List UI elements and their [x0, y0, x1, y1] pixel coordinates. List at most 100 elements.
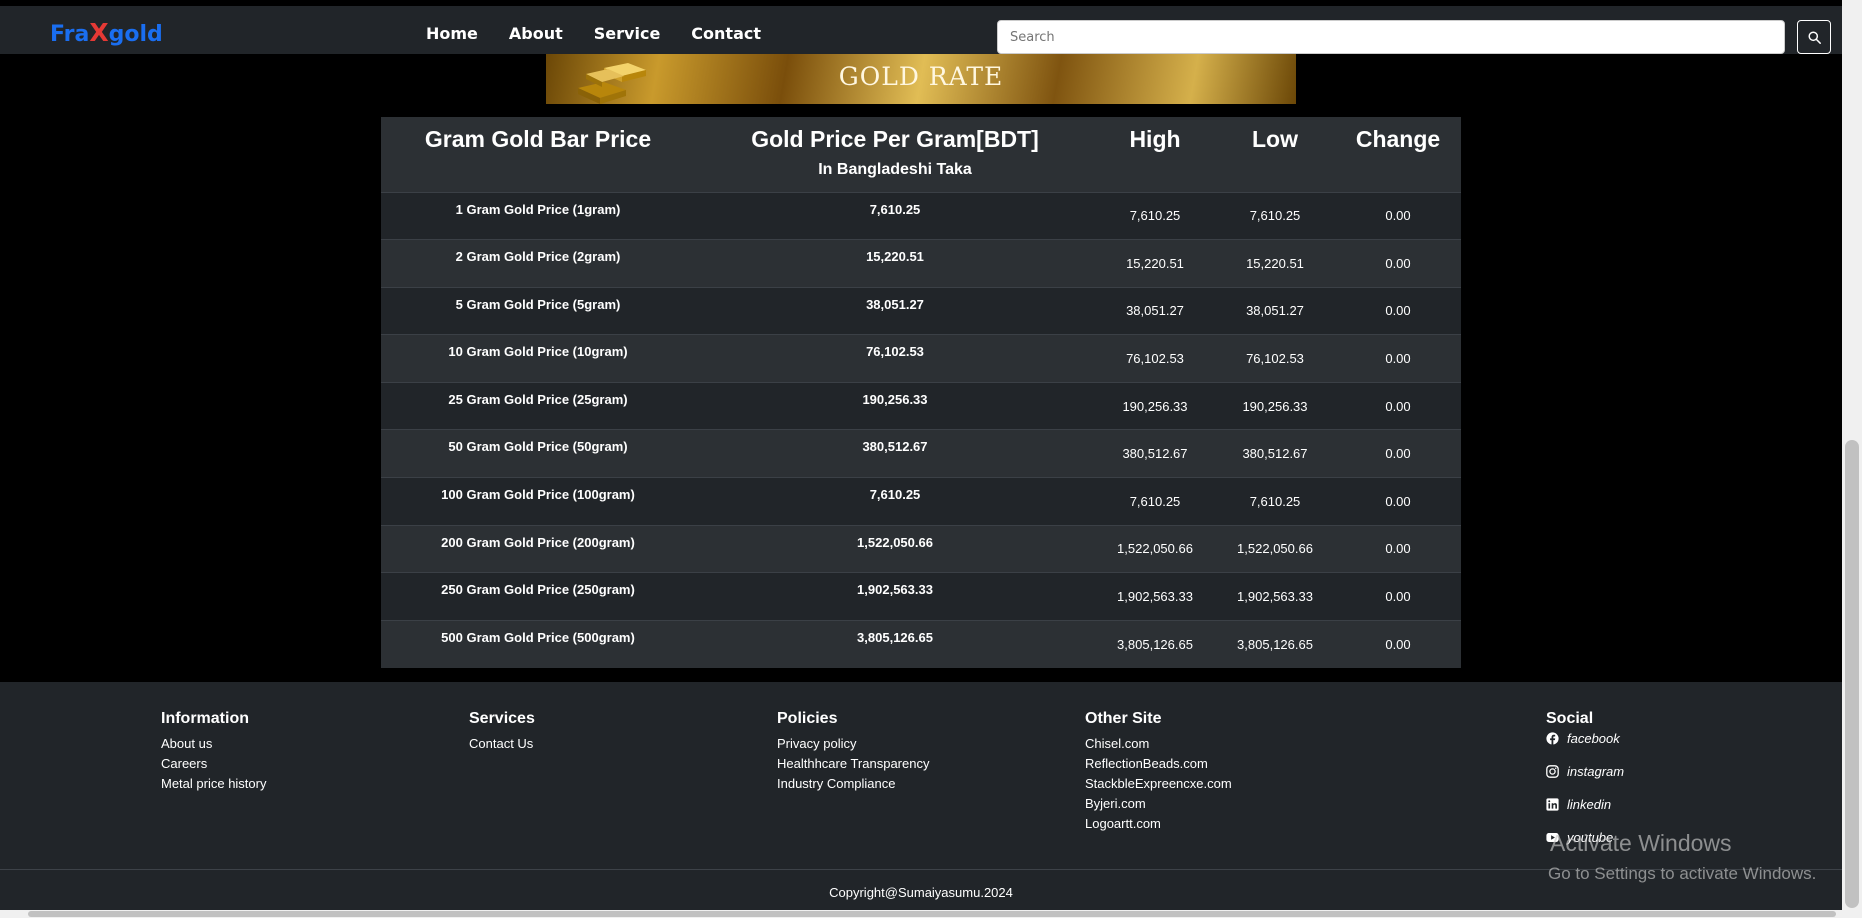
- navbar: FraXgold Home About Service Contact: [0, 6, 1842, 54]
- footer-link-privacy-policy[interactable]: Privacy policy: [777, 734, 929, 754]
- nav-home-link[interactable]: Home: [426, 24, 478, 43]
- cell-gram-name: 2 Gram Gold Price (2gram): [455, 249, 621, 265]
- footer-link-careers[interactable]: Careers: [161, 754, 266, 774]
- instagram-icon: [1546, 765, 1559, 778]
- cell-price: 38,051.27: [866, 296, 924, 312]
- windows-activation-subtitle: Go to Settings to activate Windows.: [1548, 864, 1817, 883]
- cell-change: 0.00: [1385, 255, 1411, 271]
- search-icon: [1807, 30, 1821, 44]
- footer-link-healthcare-transparency[interactable]: Healthhcare Transparency: [777, 754, 929, 774]
- cell-change: 0.00: [1385, 351, 1411, 367]
- header-low: Low: [1252, 126, 1298, 152]
- footer-link-metal-price-history[interactable]: Metal price history: [161, 774, 266, 794]
- header-price-per-gram: Gold Price Per Gram[BDT] In Bangladeshi …: [695, 117, 1095, 192]
- table-row: 500 Gram Gold Price (500gram) 3,805,126.6…: [381, 620, 1461, 668]
- cell-price: 3,805,126.65: [857, 629, 933, 645]
- footer-services: Services Contact Us: [469, 710, 535, 754]
- footer-link-industry-compliance[interactable]: Industry Compliance: [777, 774, 929, 794]
- brand-x: X: [89, 18, 109, 47]
- cell-high: 7,610.25: [1129, 493, 1181, 509]
- footer-link-stackbleexpreencxe[interactable]: StackbleExpreencxe.com: [1085, 774, 1232, 794]
- table-row: 2 Gram Gold Price (2gram) 15,220.51 15,220…: [381, 239, 1461, 288]
- cell-low: 1,522,050.66: [1237, 541, 1313, 557]
- table-row: 1 Gram Gold Price (1gram) 7,610.25 7,610.2…: [381, 192, 1461, 240]
- footer-policies-title: Policies: [777, 710, 838, 727]
- cell-change: 0.00: [1385, 446, 1411, 462]
- cell-low: 38,051.27: [1246, 303, 1304, 319]
- footer-link-logoartt[interactable]: Logoartt.com: [1085, 814, 1232, 834]
- cell-high: 1,522,050.66: [1117, 541, 1193, 557]
- horizontal-scrollbar[interactable]: [0, 910, 1842, 918]
- social-linkedin-label: linkedin: [1567, 797, 1612, 812]
- cell-gram-name: 250 Gram Gold Price (250gram): [441, 582, 635, 598]
- cell-price: 1,522,050.66: [857, 534, 933, 550]
- footer-policies: Policies Privacy policy Healthhcare Tran…: [777, 710, 929, 794]
- cell-price: 7,610.25: [869, 201, 921, 217]
- header-change: Change: [1355, 126, 1441, 152]
- footer-link-reflectionbeads[interactable]: ReflectionBeads.com: [1085, 754, 1232, 774]
- footer-link-chisel[interactable]: Chisel.com: [1085, 734, 1232, 754]
- footer-link-contact-us[interactable]: Contact Us: [469, 734, 535, 754]
- table-row: 50 Gram Gold Price (50gram) 380,512.67 380…: [381, 429, 1461, 478]
- cell-low: 380,512.67: [1242, 446, 1308, 462]
- cell-gram-name: 10 Gram Gold Price (10gram): [448, 344, 628, 360]
- table-body: 1 Gram Gold Price (1gram) 7,610.25 7,610.2…: [381, 192, 1461, 668]
- cell-gram-name: 25 Gram Gold Price (25gram): [448, 391, 628, 407]
- cell-high: 3,805,126.65: [1117, 636, 1193, 652]
- cell-price: 15,220.51: [866, 249, 924, 265]
- social-instagram[interactable]: instagram: [1546, 755, 1624, 788]
- cell-gram-name: 1 Gram Gold Price (1gram): [455, 201, 621, 217]
- table-row: 25 Gram Gold Price (25gram) 190,256.33 190…: [381, 382, 1461, 430]
- gold-rate-banner: GOLD RATE: [546, 54, 1296, 104]
- brand-suffix: gold: [108, 22, 163, 47]
- social-linkedin[interactable]: linkedin: [1546, 788, 1624, 821]
- cell-high: 190,256.33: [1122, 398, 1188, 414]
- header-gram-bar: Gram Gold Bar Price: [424, 126, 652, 152]
- nav-contact-link[interactable]: Contact: [691, 24, 761, 43]
- nav-service-link[interactable]: Service: [594, 24, 661, 43]
- cell-price: 76,102.53: [866, 344, 924, 360]
- cell-change: 0.00: [1385, 589, 1411, 605]
- cell-gram-name: 200 Gram Gold Price (200gram): [441, 534, 635, 550]
- vertical-scrollbar[interactable]: [1842, 0, 1862, 918]
- cell-change: 0.00: [1385, 208, 1411, 224]
- cell-gram-name: 100 Gram Gold Price (100gram): [441, 487, 635, 503]
- cell-gram-name: 5 Gram Gold Price (5gram): [455, 296, 621, 312]
- cell-high: 1,902,563.33: [1117, 589, 1193, 605]
- footer-information: Information About us Careers Metal price…: [161, 710, 266, 794]
- cell-high: 38,051.27: [1126, 303, 1184, 319]
- footer-link-byjeri[interactable]: Byjeri.com: [1085, 794, 1232, 814]
- horizontal-scrollbar-thumb[interactable]: [28, 911, 1836, 917]
- cell-price: 1,902,563.33: [857, 582, 933, 598]
- cell-low: 3,805,126.65: [1237, 636, 1313, 652]
- cell-change: 0.00: [1385, 541, 1411, 557]
- cell-high: 380,512.67: [1122, 446, 1188, 462]
- gold-price-table: Gram Gold Bar Price Gold Price Per Gram[…: [381, 117, 1461, 668]
- copyright-text: Copyright@Sumaiyasumu.2024: [829, 885, 1013, 900]
- table-row: 100 Gram Gold Price (100gram) 7,610.25 7,6…: [381, 477, 1461, 526]
- cell-gram-name: 50 Gram Gold Price (50gram): [448, 439, 628, 455]
- header-price-per-gram-subtitle: In Bangladeshi Taka: [818, 161, 972, 178]
- footer-information-title: Information: [161, 710, 249, 727]
- nav-links: Home About Service Contact: [426, 24, 792, 43]
- vertical-scrollbar-thumb[interactable]: [1845, 440, 1859, 908]
- nav-about-link[interactable]: About: [509, 24, 563, 43]
- cell-high: 7,610.25: [1129, 208, 1181, 224]
- footer-services-title: Services: [469, 710, 535, 727]
- footer-other-site: Other Site Chisel.com ReflectionBeads.co…: [1085, 710, 1232, 834]
- table-row: 10 Gram Gold Price (10gram) 76,102.53 76,1…: [381, 334, 1461, 383]
- search-input[interactable]: [997, 20, 1785, 54]
- banner-title: GOLD RATE: [838, 62, 1004, 91]
- cell-low: 190,256.33: [1242, 398, 1308, 414]
- search-button[interactable]: [1797, 20, 1831, 54]
- cell-low: 7,610.25: [1249, 493, 1301, 509]
- brand-logo[interactable]: FraXgold: [50, 18, 163, 47]
- footer-other-site-title: Other Site: [1085, 710, 1162, 727]
- cell-low: 15,220.51: [1246, 255, 1304, 271]
- header-price-per-gram-title: Gold Price Per Gram[BDT]: [751, 126, 1039, 152]
- header-high: High: [1129, 126, 1181, 152]
- footer-link-about-us[interactable]: About us: [161, 734, 266, 754]
- cell-change: 0.00: [1385, 636, 1411, 652]
- social-facebook-label: facebook: [1567, 731, 1620, 746]
- linkedin-icon: [1546, 798, 1559, 811]
